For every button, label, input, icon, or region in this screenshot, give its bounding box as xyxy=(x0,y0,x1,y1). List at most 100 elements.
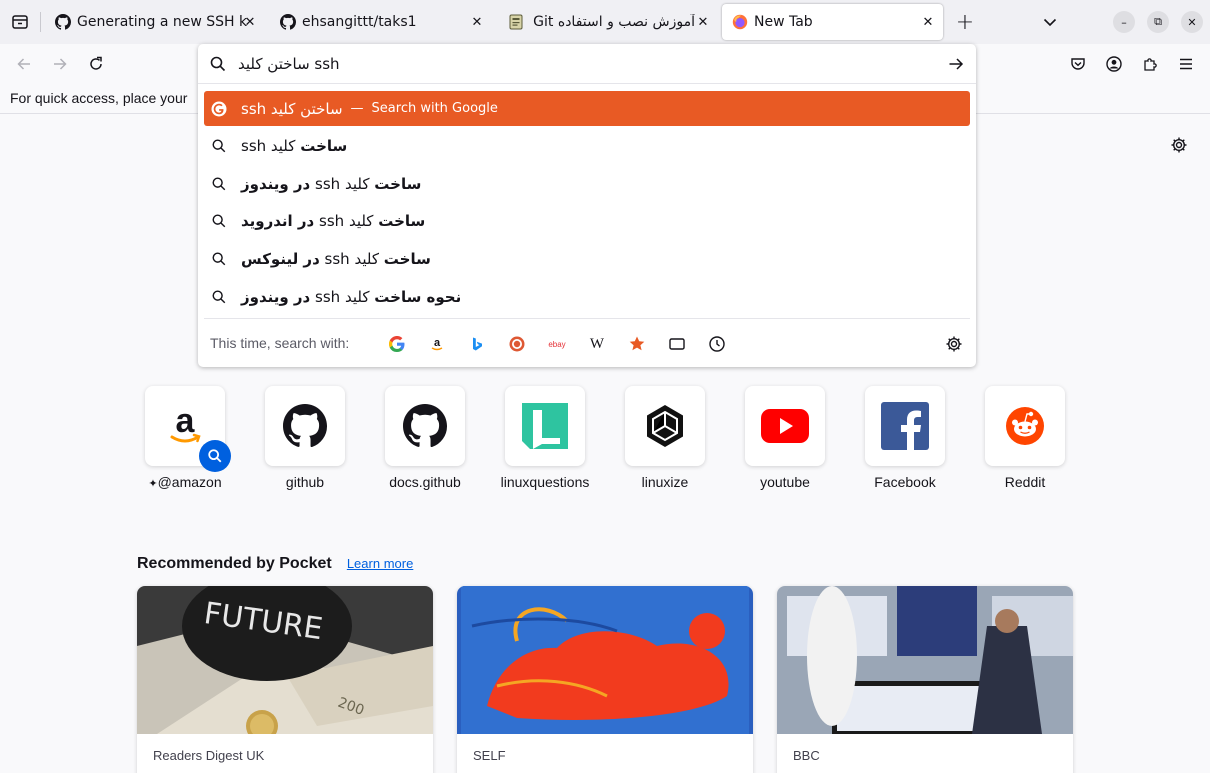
chevron-down-icon xyxy=(1043,18,1057,27)
close-icon[interactable]: ✕ xyxy=(694,13,712,31)
pocket-card-source: Readers Digest UK xyxy=(153,748,265,763)
tab-title: Generating a new SSH key xyxy=(77,14,247,30)
extensions-button[interactable] xyxy=(1136,50,1164,78)
close-icon: ✕ xyxy=(1187,15,1197,29)
wikipedia-icon[interactable]: W xyxy=(585,333,609,355)
result-action-text: Search with Google xyxy=(371,101,498,116)
close-window-button[interactable]: ✕ xyxy=(1181,11,1203,33)
top-site-label: youtube xyxy=(760,474,810,490)
tab-generating-ssh-key[interactable]: Generating a new SSH key ✕ xyxy=(45,4,265,40)
search-icon xyxy=(210,137,228,155)
top-site-label-text: @amazon xyxy=(157,474,222,490)
pocket-card[interactable]: SELF xyxy=(457,586,753,773)
arrow-right-icon xyxy=(54,58,67,70)
pocket-learn-more-link[interactable]: Learn more xyxy=(347,556,413,571)
tabs-icon[interactable] xyxy=(665,333,689,355)
suggestion-tail: در ویندوز xyxy=(241,287,311,306)
suggestion-bold: ساخت xyxy=(374,174,422,193)
tab-title: ehsangittt/taks1 xyxy=(302,14,417,30)
urlbar-input-row xyxy=(198,44,976,84)
pocket-button[interactable] xyxy=(1064,50,1092,78)
pocket-header: Recommended by Pocket Learn more xyxy=(137,553,413,573)
top-site-linuxquestions[interactable]: linuxquestions xyxy=(485,386,605,496)
urlbar-result-suggestion[interactable]: ساخت کلید ssh xyxy=(204,128,970,163)
new-tab-button[interactable]: + xyxy=(951,8,979,36)
forward-button[interactable] xyxy=(46,50,74,78)
svg-text:a: a xyxy=(176,404,196,440)
search-shortcut-badge-icon xyxy=(199,440,231,472)
urlbar-result-suggestion[interactable]: ساخت کلید ssh در لینوکس xyxy=(204,241,970,276)
history-icon[interactable] xyxy=(705,333,729,355)
tab-strip: Generating a new SSH key ✕ ehsangittt/ta… xyxy=(0,0,1210,44)
google-icon xyxy=(210,100,228,118)
top-site-linuxize[interactable]: linuxize xyxy=(605,386,725,496)
result-suggestion-text: نحوه ساخت کلید ssh در ویندوز xyxy=(241,288,461,306)
close-icon[interactable]: ✕ xyxy=(919,13,937,31)
tab-title: New Tab xyxy=(754,14,813,30)
ebay-icon[interactable]: ebay xyxy=(545,333,569,355)
result-suggestion-text: ساخت کلید ssh در ویندوز xyxy=(241,175,421,193)
account-button[interactable] xyxy=(1100,50,1128,78)
search-settings-gear-icon[interactable] xyxy=(942,333,966,355)
reload-button[interactable] xyxy=(82,50,110,78)
amazon-icon[interactable]: a xyxy=(425,333,449,355)
top-site-github[interactable]: github xyxy=(245,386,365,496)
tab-new-tab[interactable]: New Tab ✕ xyxy=(722,4,943,40)
suggestion-tail: در اندروید xyxy=(241,211,315,230)
urlbar-result-suggestion[interactable]: ساخت کلید ssh در ویندوز xyxy=(204,166,970,201)
bookmarks-star-icon[interactable] xyxy=(625,333,649,355)
suggestion-plain: کلید ssh xyxy=(241,136,296,155)
urlbar-result-suggestion[interactable]: ساخت کلید ssh در اندروید xyxy=(204,203,970,238)
tab-overview-button[interactable] xyxy=(6,8,34,36)
top-site-label: Facebook xyxy=(874,474,936,490)
app-menu-button[interactable] xyxy=(1172,50,1200,78)
document-icon xyxy=(508,14,524,30)
top-site-label: docs.github xyxy=(389,474,461,490)
tab-git-tutorial[interactable]: آموزش نصب و استفاده Git ✕ xyxy=(498,4,718,40)
pocket-card[interactable]: BBC xyxy=(777,586,1073,773)
close-icon[interactable]: ✕ xyxy=(468,13,486,31)
top-site-reddit[interactable]: Reddit xyxy=(965,386,1085,496)
suggestion-plain: کلید ssh xyxy=(324,249,379,268)
pocket-icon xyxy=(1071,58,1085,70)
google-icon[interactable] xyxy=(385,333,409,355)
urlbar-input[interactable] xyxy=(238,52,918,76)
plus-icon: + xyxy=(955,9,975,35)
urlbar-result-suggestion[interactable]: نحوه ساخت کلید ssh در ویندوز xyxy=(204,279,970,314)
suggestion-bold: نحوه ساخت xyxy=(374,287,462,306)
close-icon[interactable]: ✕ xyxy=(241,13,259,31)
top-site-youtube[interactable]: youtube xyxy=(725,386,845,496)
result-suggestion-text: ساخت کلید ssh xyxy=(241,137,347,155)
back-button[interactable] xyxy=(10,50,38,78)
search-icon xyxy=(210,212,228,230)
urlbar-result-search-google[interactable]: ساختن کلید ssh — Search with Google xyxy=(204,91,970,126)
maximize-button[interactable]: ⧉ xyxy=(1147,11,1169,33)
top-site-facebook[interactable]: Facebook xyxy=(845,386,965,496)
tab-separator xyxy=(40,12,41,32)
top-site-label: Reddit xyxy=(1004,474,1046,490)
github-icon xyxy=(265,386,345,466)
suggestion-tail: در لینوکس xyxy=(241,249,320,268)
customize-gear-icon[interactable] xyxy=(1168,134,1190,156)
go-button[interactable] xyxy=(946,54,966,74)
wikipedia-logo-text: W xyxy=(589,335,605,352)
facebook-icon xyxy=(865,386,945,466)
one-off-label: This time, search with: xyxy=(210,335,350,351)
suggestion-bold: ساخت xyxy=(300,136,348,155)
top-site-docs-github[interactable]: docs.github xyxy=(365,386,485,496)
top-site-amazon[interactable]: a ✦@amazon xyxy=(125,386,245,496)
restore-icon: ⧉ xyxy=(1154,15,1162,28)
top-site-label: linuxize xyxy=(641,474,689,490)
duckduckgo-icon[interactable] xyxy=(505,333,529,355)
bing-icon[interactable] xyxy=(465,333,489,355)
top-site-label: github xyxy=(285,474,325,490)
pocket-card[interactable]: FUTURE 200 Readers Digest UK xyxy=(137,586,433,773)
sponsored-sparkle-icon: ✦ xyxy=(148,478,158,490)
youtube-icon xyxy=(745,386,825,466)
list-all-tabs-button[interactable] xyxy=(1036,8,1064,36)
ebay-logo-text: ebay xyxy=(548,339,566,349)
tab-ehsangittt-taks1[interactable]: ehsangittt/taks1 ✕ xyxy=(270,4,492,40)
suggestion-plain: کلید ssh xyxy=(315,174,370,193)
minimize-button[interactable]: – xyxy=(1113,11,1135,33)
minimize-icon: – xyxy=(1121,15,1127,29)
